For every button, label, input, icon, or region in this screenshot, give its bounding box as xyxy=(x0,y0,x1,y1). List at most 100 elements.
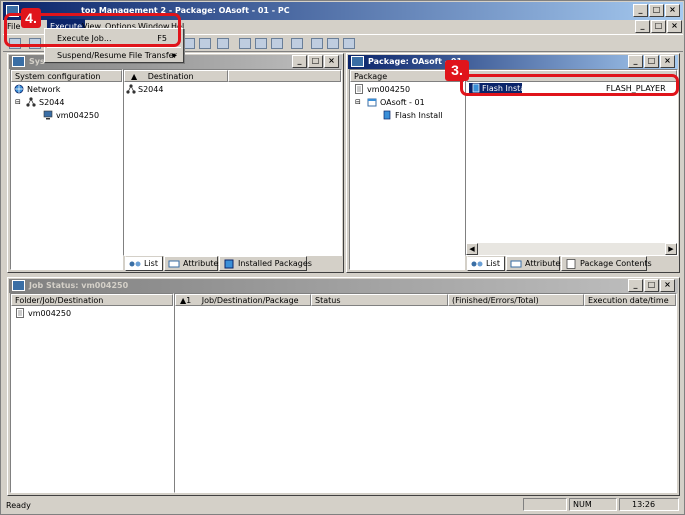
minimize-button[interactable]: _ xyxy=(292,55,307,68)
computer-icon xyxy=(43,110,53,120)
submenu-arrow-icon: ▶ xyxy=(172,52,177,59)
close-button[interactable]: × xyxy=(324,55,339,68)
host-group-icon xyxy=(26,97,36,107)
maximize-button[interactable]: □ xyxy=(644,55,659,68)
job-status-title: Job Status: vm004250 xyxy=(29,281,129,290)
tab-package-contents[interactable]: Package Contents xyxy=(561,256,652,271)
stop-icon[interactable] xyxy=(199,38,211,49)
highlight-box-step3 xyxy=(460,74,679,96)
package-icon xyxy=(224,259,234,269)
package-folder-icon xyxy=(367,98,377,107)
window-icon[interactable] xyxy=(291,38,303,49)
minimize-button[interactable]: _ xyxy=(628,279,643,292)
refresh-icon[interactable] xyxy=(183,38,195,49)
scroll-left-icon[interactable]: ◀ xyxy=(466,243,478,255)
tab-list[interactable]: List xyxy=(467,256,505,271)
list-icon xyxy=(471,261,483,267)
close-button[interactable]: × xyxy=(660,55,675,68)
tree-item-oasoft[interactable]: OAsoft - 01 xyxy=(380,97,425,108)
tab-list-label: List xyxy=(144,259,158,268)
window-tile-icon[interactable] xyxy=(311,38,323,49)
attributes-icon xyxy=(510,260,522,268)
tree-view-icon[interactable] xyxy=(255,38,267,49)
close-button[interactable]: × xyxy=(665,4,680,17)
network-icon[interactable] xyxy=(271,38,283,49)
mdi-minimize-button[interactable]: _ xyxy=(635,20,650,33)
horizontal-scrollbar[interactable]: ◀ ▶ xyxy=(466,243,677,255)
tab-attributes-label: Attributes xyxy=(183,259,223,268)
column-header-finished[interactable]: (Finished/Errors/Total) xyxy=(448,294,584,306)
document-icon xyxy=(566,259,576,269)
list-view-icon[interactable] xyxy=(239,38,251,49)
collapse-icon[interactable]: ⊟ xyxy=(355,97,361,108)
attributes-icon xyxy=(168,260,180,268)
package-tree-pane: Package vm004250 ⊟ OAsoft - 01 Flash Ins… xyxy=(349,69,465,270)
column-job-label: Job/Destination/Package xyxy=(201,296,299,305)
menu-item-suspend-resume[interactable]: Suspend/Resume File Transfer ▶ xyxy=(47,48,181,63)
package-list-pane: Flash Install FLASH_PLAYER ◀ ▶ xyxy=(465,69,678,256)
status-time: 13:26 xyxy=(619,498,679,511)
help-icon[interactable] xyxy=(343,38,355,49)
list-header-empty[interactable] xyxy=(228,70,341,82)
tab-installed-packages[interactable]: Installed Packages xyxy=(219,256,312,271)
tab-attributes[interactable]: Attributes xyxy=(506,256,565,271)
document-icon xyxy=(355,84,363,94)
status-panel-empty xyxy=(523,498,567,511)
job-status-window: Job Status: vm004250 _ □ × Folder/Job/De… xyxy=(7,277,680,496)
status-text: Ready xyxy=(6,501,31,510)
callout-step4: 4. xyxy=(21,8,41,28)
host-group-icon xyxy=(126,84,136,94)
window-icon xyxy=(12,280,25,291)
column-header-date[interactable]: Execution date/time xyxy=(584,294,676,306)
tab-attributes-label: Attributes xyxy=(525,259,565,268)
suspend-resume-label: Suspend/Resume File Transfer xyxy=(57,51,177,60)
tree-item-s2044[interactable]: S2044 xyxy=(39,97,64,108)
window-cascade-icon[interactable] xyxy=(327,38,339,49)
tab-list-label: List xyxy=(486,259,500,268)
mdi-restore-button[interactable]: □ xyxy=(651,20,666,33)
system-window: Syste _ □ × System configuration Network… xyxy=(7,53,344,273)
package-icon xyxy=(351,56,364,67)
tab-list[interactable]: List xyxy=(125,256,163,271)
window-icon xyxy=(12,56,25,67)
system-list-pane: ▲ Destination S2044 xyxy=(123,69,342,256)
column-header-status[interactable]: Status xyxy=(311,294,448,306)
package-icon xyxy=(383,110,391,120)
scroll-right-icon[interactable]: ▶ xyxy=(665,243,677,255)
tree-item-flash-install[interactable]: Flash Install xyxy=(395,110,443,121)
list-item[interactable]: S2044 xyxy=(138,84,163,95)
job-list-pane: ▲1 Job/Destination/Package Status (Finis… xyxy=(174,293,677,493)
mdi-close-button[interactable]: × xyxy=(667,20,682,33)
tree-header[interactable]: System configuration xyxy=(11,70,122,82)
search-icon[interactable] xyxy=(217,38,229,49)
tab-package-contents-label: Package Contents xyxy=(580,259,652,268)
tab-installed-packages-label: Installed Packages xyxy=(238,259,312,268)
column-header-job[interactable]: ▲1 Job/Destination/Package xyxy=(175,294,311,306)
tab-attributes[interactable]: Attributes xyxy=(164,256,223,271)
callout-step3: 3. xyxy=(445,60,469,81)
minimize-button[interactable]: _ xyxy=(633,4,648,17)
job-tree-pane: Folder/Job/Destination vm004250 xyxy=(10,293,174,493)
list-icon xyxy=(129,261,141,267)
job-tree-item[interactable]: vm004250 xyxy=(28,308,71,319)
minimize-button[interactable]: _ xyxy=(628,55,643,68)
tree-item-vm004250[interactable]: vm004250 xyxy=(367,84,410,95)
status-num: NUM xyxy=(569,498,617,511)
document-icon xyxy=(16,308,24,318)
package-window-titlebar[interactable]: Package: OAsoft - 01 _ □ × xyxy=(348,55,678,69)
job-status-titlebar[interactable]: Job Status: vm004250 _ □ × xyxy=(9,279,678,293)
job-tree-header[interactable]: Folder/Job/Destination xyxy=(11,294,173,306)
close-button[interactable]: × xyxy=(660,279,675,292)
maximize-button[interactable]: □ xyxy=(649,4,664,17)
system-tree-pane: System configuration Network ⊟ S2044 vm0… xyxy=(10,69,123,270)
tree-item-network[interactable]: Network xyxy=(27,84,60,95)
statusbar: Ready NUM 13:26 xyxy=(3,497,683,513)
sort-arrow-icon: ▲ xyxy=(131,72,138,81)
maximize-button[interactable]: □ xyxy=(308,55,323,68)
tree-item-vm004250[interactable]: vm004250 xyxy=(56,110,99,121)
list-header-destination[interactable]: ▲ Destination xyxy=(124,70,228,82)
destination-header-label: Destination xyxy=(147,72,194,81)
maximize-button[interactable]: □ xyxy=(644,279,659,292)
sort-indicator: ▲1 xyxy=(180,296,192,305)
collapse-icon[interactable]: ⊟ xyxy=(15,97,21,108)
